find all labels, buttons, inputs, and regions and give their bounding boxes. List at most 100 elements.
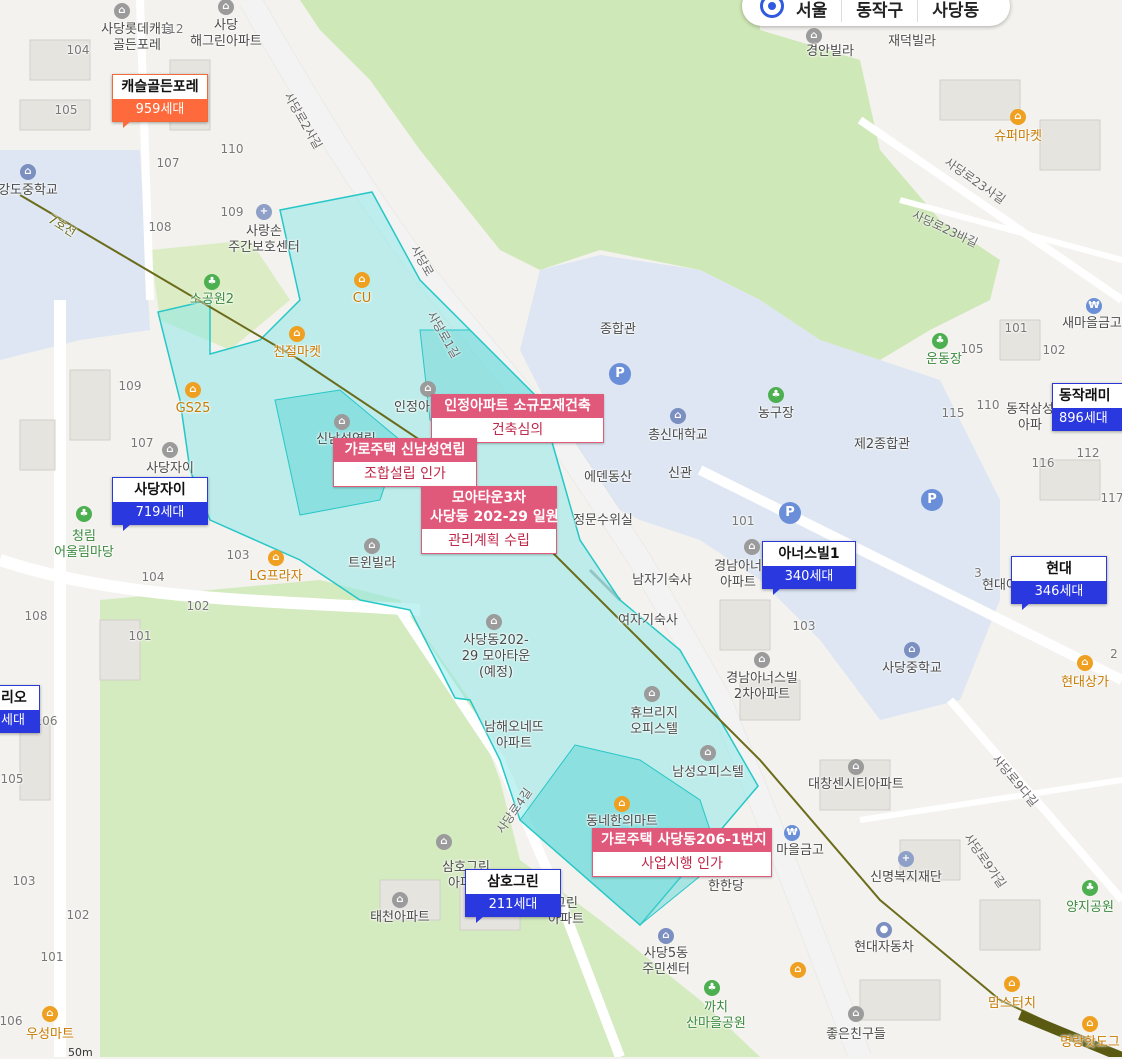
redevelopment-status: 관리계획 수립	[448, 533, 530, 549]
place-label: 운동장	[926, 352, 962, 367]
shopping-mall-icon: ⌂	[1077, 655, 1093, 671]
place-label: 신명복지재단	[870, 870, 942, 885]
building-number: 109	[220, 205, 244, 219]
park-icon: ♣	[204, 274, 220, 290]
complex-marker-sadang-xi[interactable]: 사당자이 719세대	[112, 477, 208, 531]
place-label: 청림 어울림마당	[54, 529, 114, 560]
complex-households: 211세대	[466, 894, 560, 916]
place-label: 현대상가	[1061, 675, 1109, 690]
complex-households: 세대	[0, 710, 39, 732]
building-icon: ⌂	[486, 614, 502, 630]
complex-marker-rio[interactable]: 리오 세대	[0, 685, 40, 733]
restaurant-icon: ⌂	[1082, 1016, 1098, 1032]
redevelopment-marker-injeong[interactable]: 인정아파트 소규모재건축 건축심의	[431, 394, 604, 443]
sports-field-icon: ♣	[932, 333, 948, 349]
building-number: 103	[792, 619, 816, 633]
building-icon: ⌂	[162, 442, 178, 458]
place-label: 남자기숙사	[632, 573, 692, 588]
place-label: 한한당	[708, 879, 744, 894]
building-number: 107	[130, 436, 154, 450]
school-icon: ⌂	[670, 408, 686, 424]
welfare-foundation-icon: +	[898, 851, 914, 867]
mart-icon: ⌂	[614, 796, 630, 812]
redevelopment-status: 조합설립 인가	[364, 466, 446, 482]
building-number: 104	[141, 570, 165, 584]
building-number: 107	[156, 156, 180, 170]
bank-icon: ₩	[1086, 298, 1102, 314]
redevelopment-marker-moatown3[interactable]: 모아타운3차 사당동 202-29 일원 관리계획 수립	[421, 486, 559, 554]
breadcrumb-city[interactable]: 서울	[784, 0, 843, 22]
building-number: 109	[118, 379, 142, 393]
place-label: 우성마트	[26, 1027, 74, 1042]
place-label: GS25	[175, 401, 211, 416]
place-label: 대창센시티아파트	[808, 777, 904, 792]
complex-marker-honorsville1[interactable]: 아너스빌1 340세대	[762, 541, 856, 595]
care-center-icon: +	[256, 204, 272, 220]
complex-name: 리오	[1, 690, 27, 706]
place-label: 새마을금고	[1062, 316, 1122, 331]
complex-name: 동작래미	[1059, 388, 1111, 404]
building-icon: ⌂	[700, 745, 716, 761]
community-center-icon: ⌂	[658, 928, 674, 944]
complex-households: 340세대	[763, 566, 855, 588]
shop-icon: ⌂	[1010, 109, 1026, 125]
parking-icon: P	[921, 489, 943, 511]
building-icon: ⌂	[848, 1006, 864, 1022]
school-icon: ⌂	[20, 164, 36, 180]
complex-name: 현대	[1046, 561, 1072, 577]
complex-marker-castle-golden-forest[interactable]: 캐슬골든포레 959세대	[112, 74, 208, 128]
place-label: 동작삼성 아파	[1006, 402, 1054, 433]
building-number: 112	[1076, 446, 1100, 460]
place-label: 남성오피스텔	[672, 765, 744, 780]
building-number: 108	[148, 220, 172, 234]
building-number: 116	[1031, 456, 1055, 470]
place-label: 사당자이	[146, 461, 194, 476]
breadcrumb-dong[interactable]: 사당동	[918, 0, 993, 22]
place-label: 태천아파트	[370, 910, 430, 925]
building-number: 102	[1042, 343, 1066, 357]
place-label: 경남아너스빌 2차아파트	[726, 671, 798, 702]
building-number: 108	[24, 609, 48, 623]
building-number: 110	[220, 142, 244, 156]
building-number: 101	[731, 514, 755, 528]
complex-marker-dongjak-raemian[interactable]: 동작래미 896세대	[1052, 383, 1122, 431]
complex-name: 아너스빌1	[778, 546, 840, 562]
place-label: 강도중학교	[0, 183, 58, 198]
place-label: 소공원2	[189, 292, 235, 307]
place-label: 재덕빌라	[888, 34, 936, 49]
building-icon: ⌂	[744, 539, 760, 555]
redevelopment-title: 가로주택 사당동206-1번지	[593, 829, 771, 852]
building-number: 112	[160, 22, 184, 36]
redevelopment-title: 인정아파트 소규모재건축	[432, 395, 603, 418]
place-label: 사당 해그린아파트	[190, 18, 262, 49]
building-icon: ⌂	[848, 759, 864, 775]
complex-marker-samho-green[interactable]: 삼호그린 211세대	[465, 869, 561, 923]
place-label: 양지공원	[1066, 900, 1114, 915]
complex-households: 896세대	[1053, 408, 1122, 430]
redevelopment-title: 모아타운3차 사당동 202-29 일원	[422, 487, 559, 529]
complex-marker-hyundai[interactable]: 현대 346세대	[1011, 556, 1107, 610]
complex-name: 삼호그린	[487, 874, 539, 890]
building-number: 102	[186, 599, 210, 613]
place-label: 경남아너 아파트	[714, 559, 762, 590]
redevelopment-marker-206-1[interactable]: 가로주택 사당동206-1번지 사업시행 인가	[592, 828, 772, 877]
place-label: 사당중학교	[882, 661, 942, 676]
park-icon: ♣	[704, 980, 720, 996]
complex-name: 사당자이	[134, 482, 186, 498]
convenience-store-icon: ⌂	[185, 382, 201, 398]
redevelopment-marker-shinnamsung[interactable]: 가로주택 신남성연립 조합설립 인가	[333, 438, 477, 487]
location-breadcrumb: 서울 동작구 사당동	[742, 0, 1010, 26]
building-icon: ⌂	[334, 414, 350, 430]
place-label: 좋은친구들	[826, 1027, 886, 1042]
building-number: 117	[1100, 491, 1122, 505]
building-number: 101	[40, 950, 64, 964]
place-label: 사랑손 주간보호센터	[228, 224, 300, 255]
building-number: 101	[128, 629, 152, 643]
building-icon: ⌂	[436, 834, 452, 850]
park-icon: ♣	[76, 506, 92, 522]
building-number: 105	[54, 103, 78, 117]
place-label: 까치 산마을공원	[686, 1000, 746, 1031]
current-location-icon[interactable]	[760, 0, 784, 18]
breadcrumb-district[interactable]: 동작구	[842, 0, 919, 22]
complex-households: 959세대	[113, 99, 207, 121]
